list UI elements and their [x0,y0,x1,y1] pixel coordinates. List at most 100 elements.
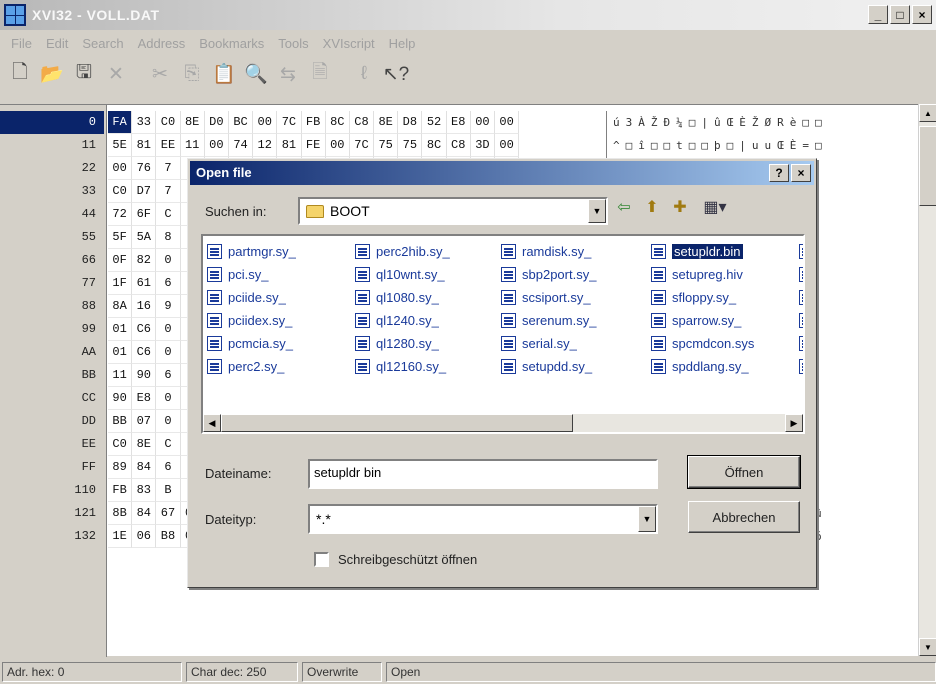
view-menu-icon[interactable]: ▦▾ [698,196,732,218]
hex-byte-cell[interactable]: 5F [108,226,133,249]
hex-byte-cell[interactable]: D8 [398,111,423,134]
menu-address[interactable]: Address [131,36,193,51]
hex-byte-cell[interactable]: 6F [132,203,157,226]
hex-byte-cell[interactable]: 7C [277,111,302,134]
hex-byte-cell[interactable]: 11 [108,364,133,387]
new-file-icon[interactable]: 🗋 [6,60,34,88]
cancel-button[interactable]: Abbrechen [688,501,800,533]
hex-byte-cell[interactable]: 0 [156,341,181,364]
hex-byte-cell[interactable]: 00 [470,111,495,134]
file-item[interactable]: partmgr.sy_ [207,240,296,263]
hex-byte-cell[interactable]: 6 [156,456,181,479]
hex-byte-cell[interactable]: 82 [132,249,157,272]
file-item[interactable]: setupreg.hiv [651,263,754,286]
hex-byte-cell[interactable]: C0 [108,433,133,456]
file-item[interactable]: ql10wnt.sy_ [355,263,450,286]
hex-byte-cell[interactable]: 7 [156,157,181,180]
hex-byte-cell[interactable]: 00 [495,134,520,157]
hex-byte-cell[interactable]: 74 [228,134,254,157]
menu-bookmarks[interactable]: Bookmarks [192,36,271,51]
hex-byte-cell[interactable]: 81 [132,134,157,157]
dialog-close-button[interactable]: × [791,164,811,182]
hex-byte-cell[interactable]: BB [108,410,133,433]
hex-byte-cell[interactable]: 00 [204,134,229,157]
hex-byte-cell[interactable]: 5A [132,226,157,249]
hex-byte-cell[interactable]: B [156,479,181,502]
hex-byte-cell[interactable]: C6 [132,318,157,341]
hex-byte-cell[interactable]: 00 [253,111,278,134]
maximize-button[interactable]: □ [890,5,910,24]
hex-byte-cell[interactable]: 3D [470,134,495,157]
back-arrow-icon[interactable]: ⇦ [612,196,636,218]
hex-byte-cell[interactable]: E8 [132,387,157,410]
hex-byte-cell[interactable]: 16 [132,295,157,318]
file-item[interactable]: perc2hib.sy_ [355,240,450,263]
hex-byte-cell[interactable]: 33 [132,111,157,134]
hex-byte-cell[interactable]: D7 [132,180,157,203]
hex-byte-cell[interactable]: C6 [132,341,157,364]
hex-byte-cell[interactable]: FB [108,479,133,502]
hex-byte-cell[interactable]: 8E [132,433,157,456]
file-item[interactable] [799,263,803,286]
hex-byte-cell[interactable]: 0 [156,249,181,272]
menu-file[interactable]: File [4,36,39,51]
hex-byte-cell[interactable]: 8C [422,134,447,157]
file-item[interactable]: serenum.sy_ [501,309,596,332]
paste-icon[interactable]: 📋 [210,60,238,88]
file-item[interactable] [799,309,803,332]
hex-byte-cell[interactable]: 84 [132,456,157,479]
look-in-select[interactable]: BOOT ▼ [298,197,608,225]
scroll-right-icon[interactable]: ▶ [785,414,803,432]
hex-byte-cell[interactable]: 8 [156,226,181,249]
hex-byte-cell[interactable]: 11 [180,134,205,157]
file-item[interactable]: ql12160.sy_ [355,355,450,378]
menu-help[interactable]: Help [382,36,423,51]
hex-byte-cell[interactable]: C0 [108,180,133,203]
hex-byte-cell[interactable]: 9 [156,295,181,318]
file-item[interactable]: scsiport.sy_ [501,286,596,309]
hex-byte-cell[interactable]: C [156,433,181,456]
menu-search[interactable]: Search [75,36,130,51]
hex-byte-cell[interactable]: 72 [108,203,133,226]
chevron-down-icon[interactable]: ▼ [588,199,606,223]
hex-byte-cell[interactable]: 01 [108,341,133,364]
properties-icon[interactable]: 🗎 [306,60,334,88]
hex-byte-cell[interactable]: 81 [277,134,302,157]
file-item[interactable]: pciidex.sy_ [207,309,296,332]
hex-byte-cell[interactable]: 52 [422,111,447,134]
hex-byte-cell[interactable]: 0 [156,410,181,433]
filetype-select[interactable]: *.* ▼ [308,504,658,534]
hex-byte-cell[interactable]: 76 [132,157,157,180]
hex-byte-cell[interactable]: C8 [446,134,471,157]
file-item[interactable] [799,332,803,355]
hex-byte-cell[interactable]: 0F [108,249,133,272]
hex-byte-cell[interactable]: 0 [156,318,181,341]
file-item[interactable] [799,355,803,378]
hex-byte-cell[interactable]: 75 [374,134,399,157]
delete-icon[interactable]: ✕ [102,60,130,88]
hex-byte-cell[interactable]: FB [301,111,326,134]
file-item[interactable]: serial.sy_ [501,332,596,355]
ascii-text[interactable]: ^□î□□t□□þ□|uuŒÈ=□ [606,134,916,157]
replace-icon[interactable]: ⇆ [274,60,302,88]
hex-byte-cell[interactable]: 8E [374,111,399,134]
hex-byte-cell[interactable]: C8 [349,111,375,134]
up-folder-icon[interactable]: ⬆ [640,196,664,218]
hex-byte-cell[interactable]: 90 [108,387,133,410]
file-item[interactable]: sfloppy.sy_ [651,286,754,309]
minimize-button[interactable]: _ [868,5,888,24]
hex-byte-cell[interactable]: 6 [156,364,181,387]
hex-byte-cell[interactable]: 61 [132,272,157,295]
hex-byte-cell[interactable]: 67 [156,502,181,525]
horizontal-scrollbar[interactable]: ◀ ▶ [203,414,803,432]
file-item[interactable]: ramdisk.sy_ [501,240,596,263]
scroll-left-icon[interactable]: ◀ [203,414,221,432]
hex-byte-cell[interactable]: B8 [156,525,181,548]
file-item[interactable]: setupldr.bin [651,240,754,263]
hex-byte-cell[interactable]: D0 [204,111,229,134]
readonly-checkbox[interactable] [314,552,329,567]
hex-byte-cell[interactable]: 12 [253,134,278,157]
hex-byte-cell[interactable]: FE [301,134,326,157]
new-folder-icon[interactable]: ✚ [668,196,692,218]
script-icon[interactable]: ℓ [350,60,378,88]
